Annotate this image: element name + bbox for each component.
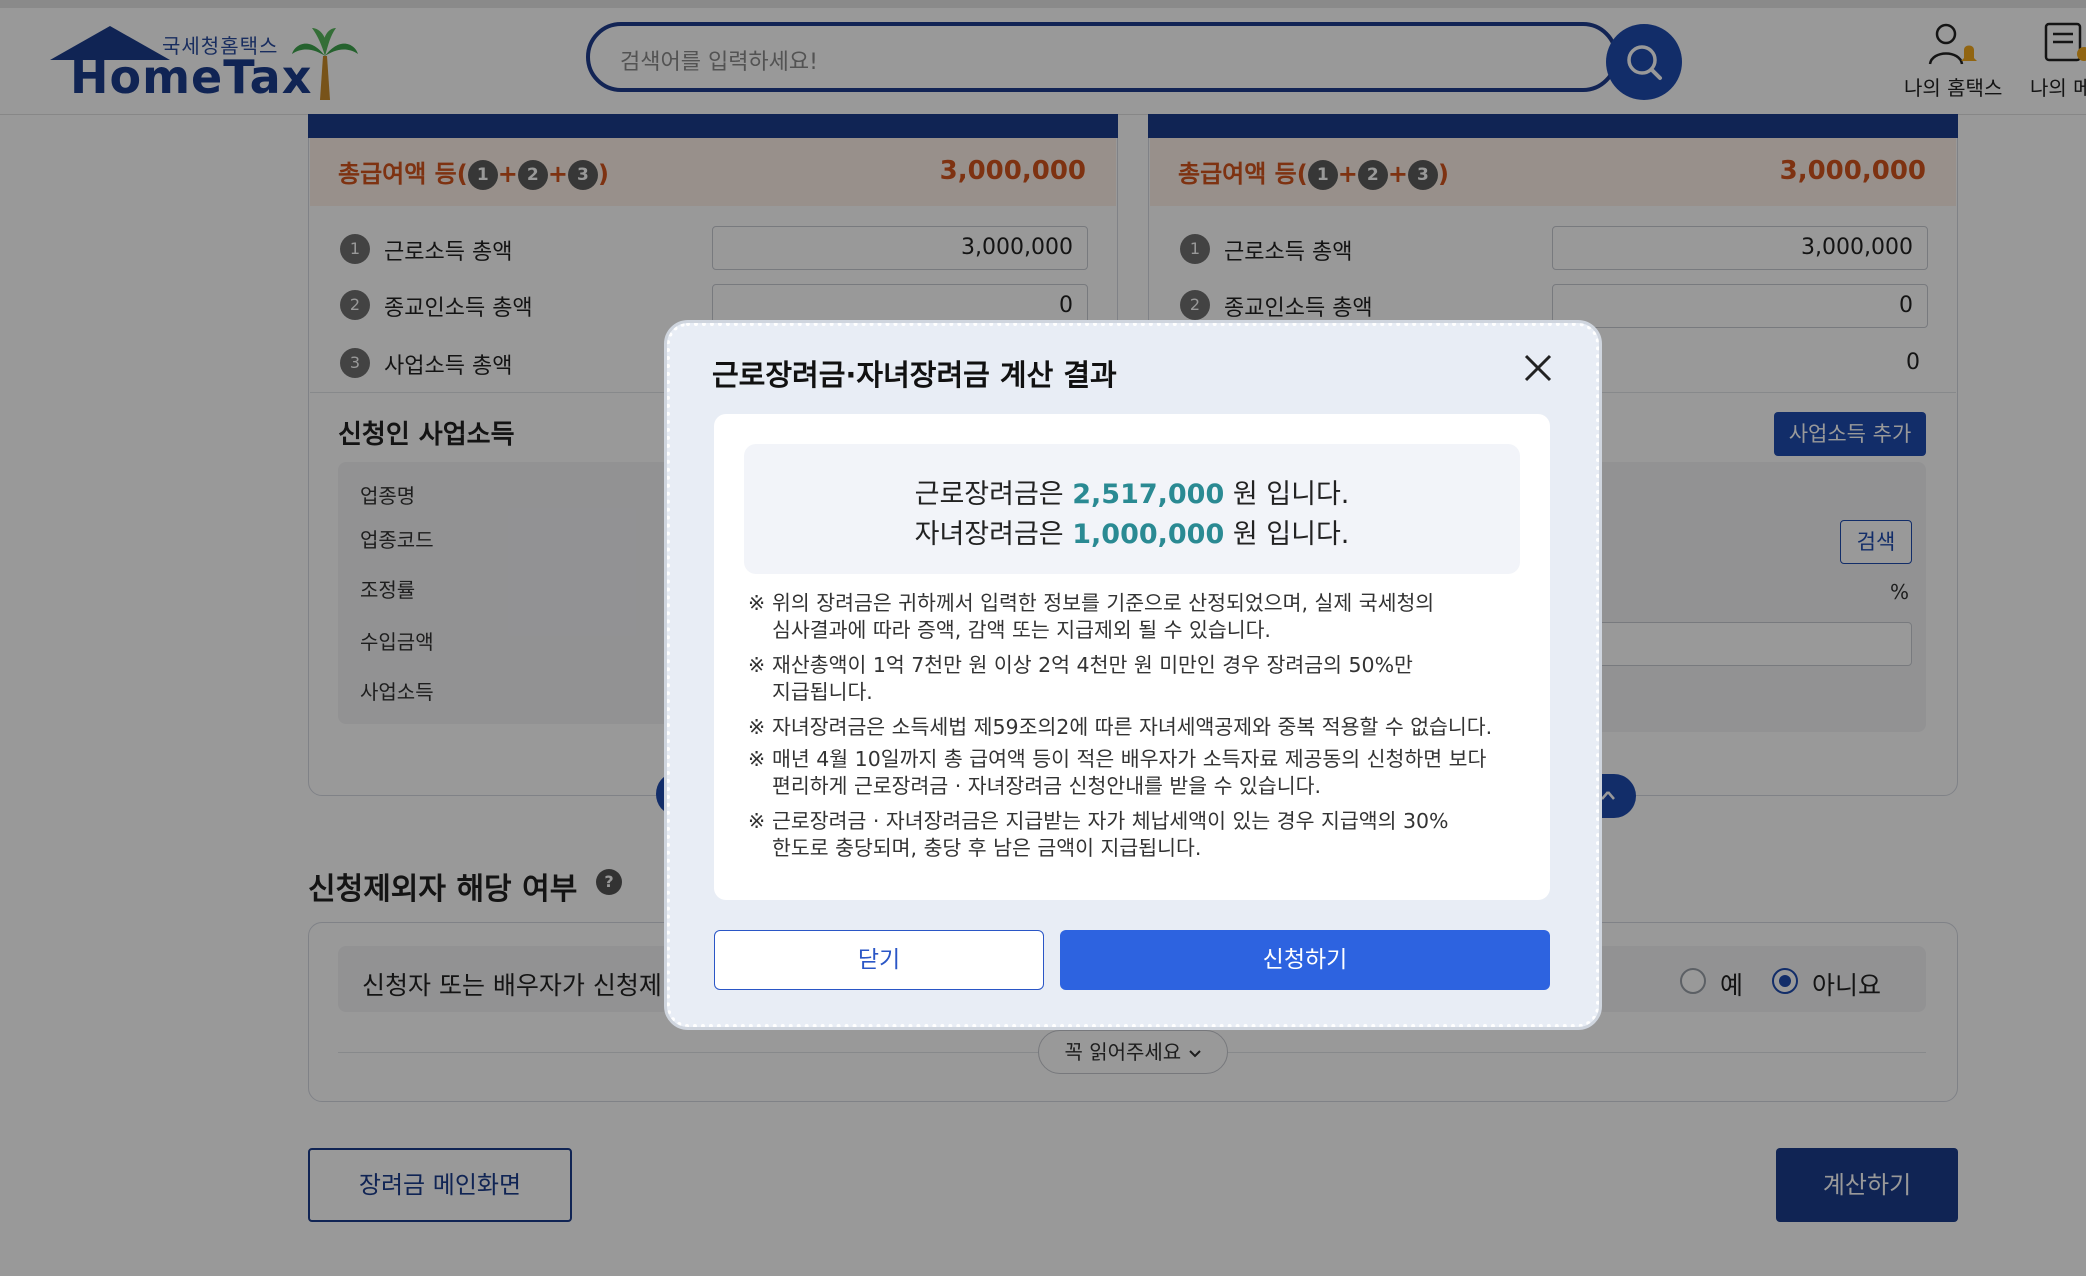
notice-item: ※ 매년 4월 10일까지 총 급여액 등이 적은 배우자가 소득자료 제공동의 … bbox=[748, 747, 1487, 798]
top-border bbox=[0, 0, 2086, 8]
apply-button[interactable]: 신청하기 bbox=[1060, 930, 1550, 990]
close-icon[interactable] bbox=[1518, 348, 1558, 388]
notice-item: ※ 근로장려금 · 자녀장려금은 지급받는 자가 체납세액이 있는 경우 지급액의… bbox=[748, 809, 1449, 860]
child-incentive-line: 자녀장려금은 1,000,000 원 입니다. bbox=[914, 519, 1350, 550]
close-button[interactable]: 닫기 bbox=[714, 930, 1044, 990]
notice-item: ※ 자녀장려금은 소득세법 제59조의2에 따른 자녀세액공제와 중복 적용할 수… bbox=[748, 715, 1493, 739]
notice-item: ※ 재산총액이 1억 7천만 원 이상 2억 4천만 원 미만인 경우 장려금의 … bbox=[748, 653, 1413, 704]
work-incentive-amount: 2,517,000 bbox=[1072, 479, 1225, 510]
modal-title: 근로장려금·자녀장려금 계산 결과 bbox=[712, 358, 1117, 392]
work-incentive-line: 근로장려금은 2,517,000 원 입니다. bbox=[914, 479, 1350, 510]
child-incentive-amount: 1,000,000 bbox=[1072, 519, 1225, 550]
notice-item: ※ 위의 장려금은 귀하께서 입력한 정보를 기준으로 산정되었으며, 실제 국세… bbox=[748, 591, 1435, 642]
